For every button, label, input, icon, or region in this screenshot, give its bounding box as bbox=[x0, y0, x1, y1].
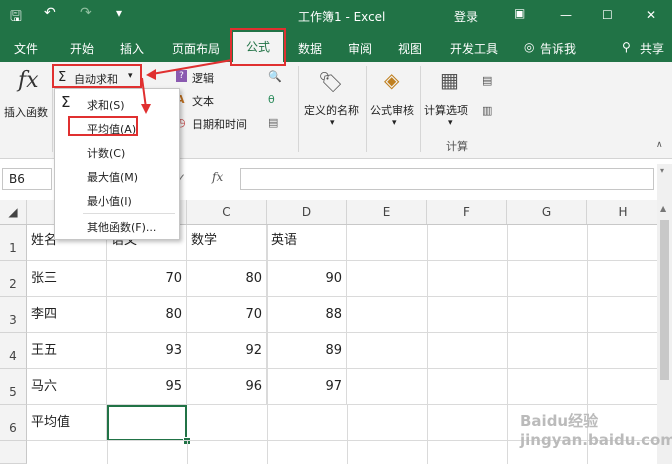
annotation-arrows bbox=[141, 59, 233, 114]
watermark: Baidu经验 jingyan.baidu.com bbox=[520, 412, 672, 449]
highlight-average-item bbox=[68, 116, 138, 136]
